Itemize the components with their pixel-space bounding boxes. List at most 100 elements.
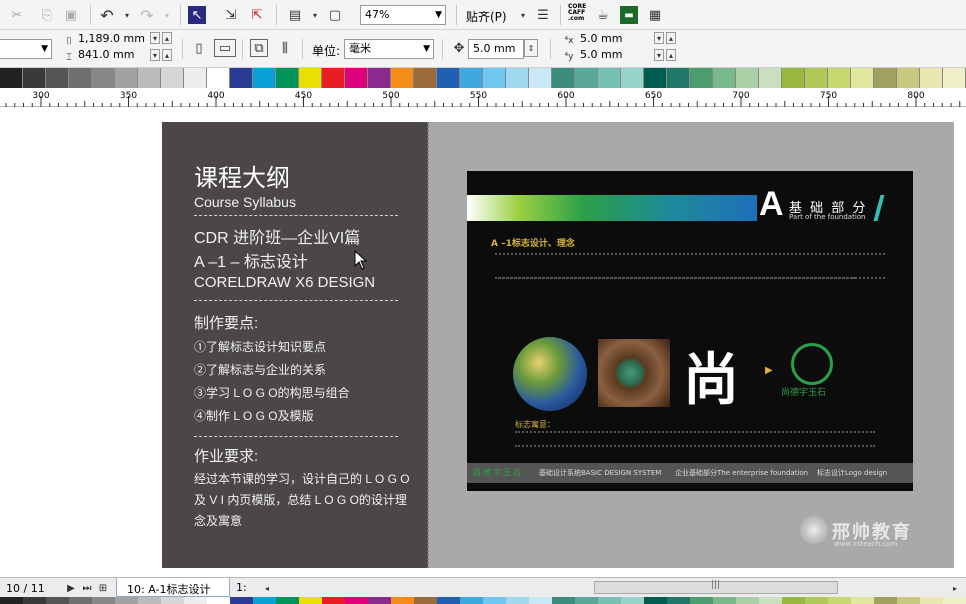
tab-next-page[interactable]: 1:: [236, 581, 247, 594]
redo-dropdown-icon[interactable]: ▾: [158, 6, 176, 24]
dup-x-spinner-icon[interactable]: ▾: [654, 32, 664, 44]
nudge-distance-field[interactable]: 5.0 mm: [468, 39, 524, 59]
color-swatch[interactable]: [667, 68, 690, 88]
color-swatch[interactable]: [276, 68, 299, 88]
height-spinner-icon[interactable]: ▾: [150, 49, 160, 61]
color-swatch[interactable]: [161, 68, 184, 88]
color-swatch[interactable]: [897, 68, 920, 88]
color-swatch[interactable]: [874, 68, 897, 88]
color-swatch[interactable]: [92, 68, 115, 88]
nudge-spinner-icon[interactable]: ⇕: [524, 39, 538, 57]
document-color-swatch[interactable]: [161, 597, 184, 604]
undo-icon[interactable]: ↶: [98, 6, 116, 25]
duplicate-y-field[interactable]: 5.0 mm: [576, 48, 652, 64]
copy-icon[interactable]: ⎘: [38, 6, 56, 24]
color-swatch[interactable]: [69, 68, 92, 88]
color-swatch[interactable]: [690, 68, 713, 88]
color-swatch[interactable]: [115, 68, 138, 88]
document-color-swatch[interactable]: [460, 597, 483, 604]
import-icon[interactable]: ⇲: [222, 6, 240, 24]
document-color-swatch[interactable]: [621, 597, 644, 604]
document-color-swatch[interactable]: [230, 597, 253, 604]
export-icon[interactable]: ⇱: [248, 6, 266, 24]
color-swatch[interactable]: [828, 68, 851, 88]
landscape-icon[interactable]: ▭: [214, 39, 236, 57]
duplicate-x-field[interactable]: 5.0 mm: [576, 32, 652, 48]
color-swatch[interactable]: [621, 68, 644, 88]
color-swatch[interactable]: [805, 68, 828, 88]
cut-icon[interactable]: ✂: [8, 6, 26, 24]
width-spinner-icon[interactable]: ▾: [150, 32, 160, 44]
document-color-swatch[interactable]: [368, 597, 391, 604]
search-content-icon[interactable]: ↖: [188, 6, 206, 24]
color-swatch[interactable]: [299, 68, 322, 88]
color-swatch[interactable]: [483, 68, 506, 88]
document-color-swatch[interactable]: [529, 597, 552, 604]
color-swatch[interactable]: [598, 68, 621, 88]
all-pages-icon[interactable]: ⧉: [250, 39, 268, 57]
add-page-icon[interactable]: ⊞: [94, 579, 112, 597]
paste-icon[interactable]: ▣: [62, 6, 80, 24]
document-color-swatch[interactable]: [23, 597, 46, 604]
qr-code-icon[interactable]: ▦: [646, 6, 664, 24]
horizontal-scrollbar-thumb[interactable]: |||: [594, 580, 838, 594]
document-color-swatch[interactable]: [920, 597, 943, 604]
document-color-swatch[interactable]: [897, 597, 920, 604]
snap-dropdown-icon[interactable]: ▾: [514, 6, 532, 24]
document-color-swatch[interactable]: [667, 597, 690, 604]
unit-select[interactable]: 毫米 ▼: [344, 39, 434, 59]
message-icon[interactable]: ▬: [620, 6, 638, 24]
color-swatch[interactable]: [46, 68, 69, 88]
dup-y-up-icon[interactable]: ▴: [666, 49, 676, 61]
color-swatch[interactable]: [253, 68, 276, 88]
document-color-swatch[interactable]: [483, 597, 506, 604]
document-color-swatch[interactable]: [736, 597, 759, 604]
scroll-left-icon[interactable]: ◂: [258, 579, 276, 597]
document-color-swatch[interactable]: [782, 597, 805, 604]
document-color-swatch[interactable]: [138, 597, 161, 604]
document-color-swatch[interactable]: [759, 597, 782, 604]
document-color-swatch[interactable]: [828, 597, 851, 604]
redo-icon[interactable]: ↷: [138, 6, 156, 25]
color-swatch[interactable]: [414, 68, 437, 88]
color-swatch[interactable]: [23, 68, 46, 88]
corel-caff-logo[interactable]: CORE CAFF .com: [568, 4, 590, 26]
color-swatch[interactable]: [759, 68, 782, 88]
document-color-swatch[interactable]: [345, 597, 368, 604]
document-color-swatch[interactable]: [851, 597, 874, 604]
dup-y-spinner-icon[interactable]: ▾: [654, 49, 664, 61]
document-color-swatch[interactable]: [506, 597, 529, 604]
zoom-level-select[interactable]: 47% ▼: [360, 5, 446, 25]
portrait-icon[interactable]: ▯: [190, 39, 208, 57]
lock-icon[interactable]: ▴: [162, 32, 172, 44]
document-color-swatch[interactable]: [943, 597, 966, 604]
color-swatch[interactable]: [460, 68, 483, 88]
publish-dropdown-icon[interactable]: ▾: [306, 6, 324, 24]
color-swatch[interactable]: [230, 68, 253, 88]
document-color-swatch[interactable]: [713, 597, 736, 604]
publish-pdf-icon[interactable]: ▤: [286, 6, 304, 24]
document-color-swatch[interactable]: [644, 597, 667, 604]
color-swatch[interactable]: [138, 68, 161, 88]
vi-slide-preview[interactable]: A 基 础 部 分 Part of the foundation A –1标志设…: [467, 171, 913, 491]
document-color-swatch[interactable]: [69, 597, 92, 604]
document-color-swatch[interactable]: [391, 597, 414, 604]
color-swatch[interactable]: [713, 68, 736, 88]
color-swatch[interactable]: [552, 68, 575, 88]
document-color-swatch[interactable]: [299, 597, 322, 604]
snap-to-menu[interactable]: 贴齐(P): [466, 8, 507, 25]
color-swatch[interactable]: [437, 68, 460, 88]
document-color-swatch[interactable]: [805, 597, 828, 604]
color-swatch[interactable]: [782, 68, 805, 88]
document-color-swatch[interactable]: [184, 597, 207, 604]
lock-icon[interactable]: ▴: [162, 49, 172, 61]
coffee-cup-icon[interactable]: ☕: [594, 6, 612, 24]
color-swatch[interactable]: [184, 68, 207, 88]
document-color-swatch[interactable]: [253, 597, 276, 604]
color-swatch[interactable]: [575, 68, 598, 88]
current-page-icon[interactable]: ⫼: [276, 39, 294, 57]
undo-dropdown-icon[interactable]: ▾: [118, 6, 136, 24]
dup-x-up-icon[interactable]: ▴: [666, 32, 676, 44]
color-swatch[interactable]: [943, 68, 966, 88]
color-swatch[interactable]: [0, 68, 23, 88]
